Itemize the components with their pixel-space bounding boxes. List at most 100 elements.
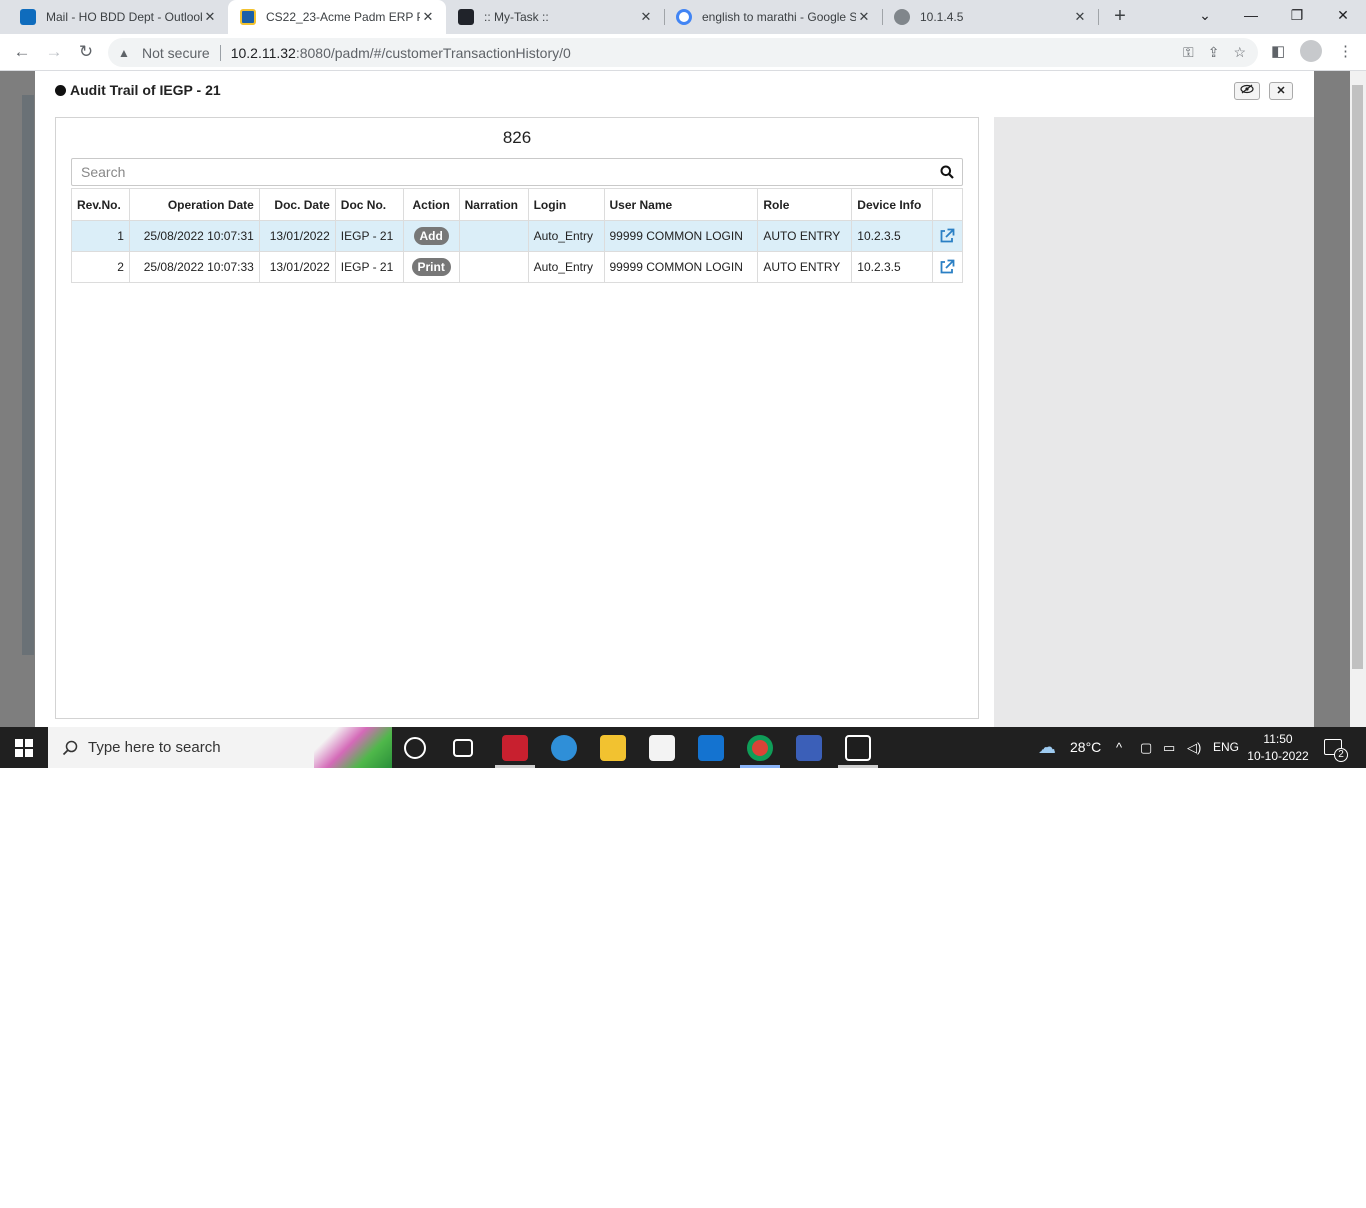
security-label[interactable]: Not secure	[142, 45, 210, 61]
col-open	[931, 188, 964, 221]
table-row[interactable]: 1 25/08/2022 10:07:31 13/01/2022 IEGP - …	[71, 220, 964, 252]
file-explorer-icon[interactable]	[600, 735, 626, 761]
share-icon[interactable]: ⇪	[1208, 44, 1220, 61]
forward-button[interactable]: →	[42, 40, 66, 64]
tab-my-task[interactable]: :: My-Task :: ✕	[446, 0, 664, 34]
cell-action: Print	[402, 251, 460, 283]
address-bar[interactable]: ▲ Not secure 10.2.11.32 :8080/padm/#/cus…	[108, 38, 1258, 67]
record-count: 826	[502, 128, 532, 147]
tab-erp[interactable]: CS22_23-Acme Padm ERP Platform ✕	[228, 0, 446, 34]
side-panel-icon[interactable]: ◧	[1271, 42, 1285, 60]
external-link-icon[interactable]	[939, 228, 955, 244]
audit-grid-panel: 826 Search Rev.No. Operation Date Doc. D…	[55, 117, 979, 719]
search-icon[interactable]	[940, 165, 954, 179]
col-operation-date[interactable]: Operation Date	[128, 188, 260, 221]
notification-count-badge: 2	[1334, 748, 1348, 762]
store-icon[interactable]	[649, 735, 675, 761]
network-icon[interactable]: ▭	[1163, 727, 1175, 768]
cell-doc-no: IEGP - 21	[334, 220, 404, 252]
search-icon	[62, 740, 78, 755]
audit-table: Rev.No. Operation Date Doc. Date Doc No.…	[71, 188, 964, 283]
tab-outlook[interactable]: Mail - HO BDD Dept - Outlook ✕	[8, 0, 228, 34]
cell-doc-date: 13/01/2022	[258, 220, 336, 252]
col-user-name[interactable]: User Name	[603, 188, 759, 221]
react-icon	[458, 9, 474, 25]
close-icon[interactable]: ✕	[202, 9, 218, 25]
scrollbar-thumb[interactable]	[1352, 85, 1363, 669]
erp-icon	[240, 9, 256, 25]
cell-rev-no: 2	[71, 251, 130, 283]
task-view-icon[interactable]	[453, 739, 473, 757]
close-icon[interactable]: ✕	[856, 9, 872, 25]
weather-temp[interactable]: 28°C	[1070, 727, 1101, 768]
url-path: :8080/padm/#/customerTransactionHistory/…	[295, 44, 571, 61]
browser-toolbar: ← → ↻ ▲ Not secure 10.2.11.32 :8080/padm…	[0, 34, 1366, 71]
modal-title-text: Audit Trail of IEGP - 21	[70, 82, 221, 98]
edge-icon[interactable]	[551, 735, 577, 761]
modal-title: Audit Trail of IEGP - 21	[55, 82, 221, 98]
col-device-info[interactable]: Device Info	[851, 188, 933, 221]
cell-role: AUTO ENTRY	[757, 220, 853, 252]
mail-icon[interactable]	[698, 735, 724, 761]
language-indicator[interactable]: ENG	[1213, 727, 1239, 768]
tab-title: Mail - HO BDD Dept - Outlook	[46, 10, 202, 24]
cell-narration	[458, 220, 529, 252]
search-placeholder: Search	[81, 164, 126, 180]
col-narration[interactable]: Narration	[458, 188, 529, 221]
cortana-icon[interactable]	[404, 737, 426, 759]
volume-icon[interactable]: ◁)	[1187, 727, 1201, 768]
modal-close-button[interactable]: ✕	[1269, 82, 1293, 100]
app-window-icon[interactable]	[845, 735, 871, 761]
cell-device-info: 10.2.3.5	[851, 251, 933, 283]
clock-time: 11:50	[1263, 732, 1293, 746]
close-icon[interactable]: ✕	[1072, 9, 1088, 25]
meet-now-icon[interactable]: ▢	[1140, 727, 1152, 768]
tab-search-chevron-icon[interactable]: ⌄	[1182, 0, 1228, 34]
minimize-button[interactable]: —	[1228, 0, 1274, 34]
external-link-icon[interactable]	[939, 259, 955, 275]
table-row[interactable]: 2 25/08/2022 10:07:33 13/01/2022 IEGP - …	[71, 251, 964, 283]
chrome-icon[interactable]	[747, 735, 773, 761]
col-login[interactable]: Login	[527, 188, 605, 221]
back-button[interactable]: ←	[10, 40, 34, 64]
tab-google-search[interactable]: english to marathi - Google Search ✕	[664, 0, 882, 34]
col-doc-date[interactable]: Doc. Date	[258, 188, 336, 221]
detail-side-panel	[994, 117, 1314, 727]
show-hidden-icons-chevron-icon[interactable]: ^	[1116, 727, 1122, 768]
window-close-button[interactable]: ✕	[1320, 0, 1366, 34]
cell-action: Add	[402, 220, 460, 252]
eye-slash-icon	[1240, 84, 1254, 94]
tab-ip[interactable]: 10.1.4.5 ✕	[882, 0, 1098, 34]
close-icon[interactable]: ✕	[638, 9, 654, 25]
taskbar-search-placeholder: Type here to search	[88, 739, 221, 756]
key-icon[interactable]: ⚿	[1183, 44, 1194, 61]
app-v-icon[interactable]	[502, 735, 528, 761]
hide-eye-button[interactable]	[1234, 82, 1260, 100]
system-clock[interactable]: 11:50 10-10-2022	[1244, 731, 1312, 765]
tab-title: english to marathi - Google Search	[702, 10, 856, 24]
screen: Mail - HO BDD Dept - Outlook ✕ CS22_23-A…	[0, 0, 1366, 768]
new-tab-button[interactable]: +	[1108, 5, 1132, 29]
reload-button[interactable]: ↻	[74, 40, 98, 64]
col-doc-no[interactable]: Doc No.	[334, 188, 404, 221]
cell-device-info: 10.2.3.5	[851, 220, 933, 252]
taskbar-search-box[interactable]: Type here to search	[48, 727, 392, 768]
windows-start-button[interactable]	[15, 739, 33, 757]
bookmark-star-icon[interactable]: ☆	[1233, 44, 1246, 61]
tab-title: 10.1.4.5	[920, 10, 964, 24]
col-action[interactable]: Action	[402, 188, 460, 221]
cell-narration	[458, 251, 529, 283]
audit-trail-modal: Audit Trail of IEGP - 21 ✕ 826 Search Re…	[35, 71, 1314, 727]
search-input[interactable]: Search	[71, 158, 963, 186]
restore-button[interactable]: ❐	[1274, 0, 1320, 34]
weather-cloud-icon[interactable]: ☁	[1038, 727, 1056, 768]
cell-user-name: 99999 COMMON LOGIN	[603, 251, 759, 283]
close-icon[interactable]: ✕	[420, 9, 436, 25]
cell-open	[931, 251, 964, 283]
menu-kebab-icon[interactable]: ⋮	[1338, 42, 1353, 60]
app-calc-icon[interactable]	[796, 735, 822, 761]
cell-doc-date: 13/01/2022	[258, 251, 336, 283]
col-role[interactable]: Role	[757, 188, 853, 221]
col-rev-no[interactable]: Rev.No.	[71, 188, 130, 221]
profile-avatar-icon[interactable]	[1300, 40, 1322, 62]
